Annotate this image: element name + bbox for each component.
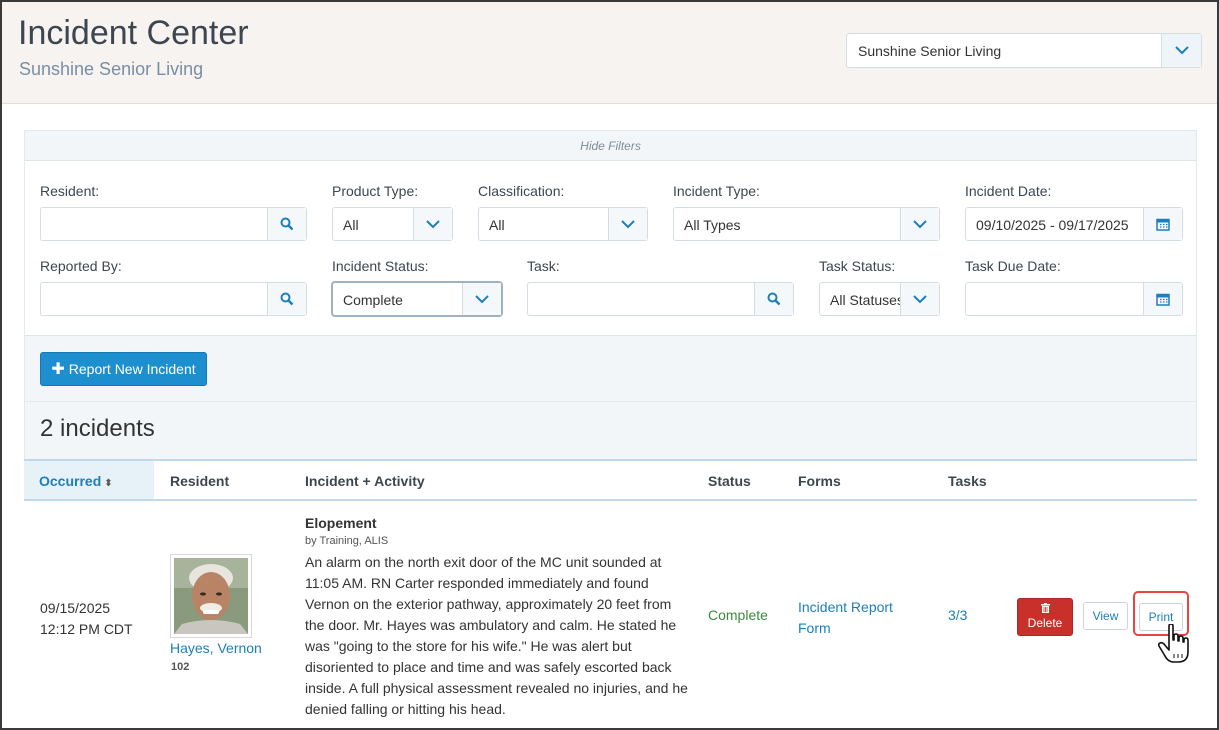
occurred-date: 09/15/2025 [40, 600, 111, 616]
task-status-value: All Statuses [830, 292, 901, 308]
search-icon[interactable] [267, 283, 306, 315]
trash-icon [1018, 602, 1072, 616]
chevron-down-icon[interactable] [462, 283, 501, 315]
incident-date-field[interactable]: 09/10/2025 - 09/17/2025 [965, 207, 1183, 241]
page-title: Incident Center [18, 14, 249, 52]
resident-search-field[interactable] [40, 207, 307, 241]
column-resident[interactable]: Resident [170, 473, 229, 489]
delete-label: Delete [1027, 616, 1063, 630]
results-count: 2 incidents [40, 415, 155, 442]
facility-select-value: Sunshine Senior Living [858, 43, 1002, 59]
results-count-bar: 2 incidents [24, 402, 1197, 459]
task-due-date-label: Task Due Date: [965, 258, 1061, 274]
product-type-label: Product Type: [332, 183, 419, 199]
delete-button[interactable]: Delete [1017, 598, 1073, 636]
filter-fields: Resident: Product Type: Classification: … [25, 161, 1196, 336]
filter-panel: Hide Filters Resident: Product Type: Cla… [24, 130, 1197, 402]
product-type-value: All [343, 217, 359, 233]
resident-room: 102 [171, 661, 190, 673]
column-forms[interactable]: Forms [798, 473, 841, 489]
incident-date-value: 09/10/2025 - 09/17/2025 [976, 217, 1129, 233]
chevron-down-icon[interactable] [900, 283, 939, 315]
column-tasks[interactable]: Tasks [948, 473, 987, 489]
incident-status-value: Complete [343, 292, 403, 308]
incident-report-form-link[interactable]: Incident Report Form [798, 597, 908, 639]
facility-select[interactable]: Sunshine Senior Living [846, 33, 1202, 68]
incident-date-label: Incident Date: [965, 183, 1052, 199]
incident-type-value: All Types [684, 217, 741, 233]
hide-filters-toggle[interactable]: Hide Filters [25, 131, 1196, 161]
product-type-select[interactable]: All [332, 207, 453, 241]
task-due-date-field[interactable] [965, 282, 1183, 316]
app-window: Incident Center Sunshine Senior Living S… [0, 0, 1219, 730]
search-icon[interactable] [267, 208, 306, 240]
chevron-down-icon[interactable] [1161, 34, 1201, 67]
tasks-count-link[interactable]: 3/3 [948, 607, 967, 623]
table-row: 09/15/2025 12:12 PM CDT Hayes, Vernon 10… [24, 501, 1197, 728]
incident-reporter: by Training, ALIS [305, 535, 389, 547]
task-status-select[interactable]: All Statuses [819, 282, 940, 316]
classification-select[interactable]: All [478, 207, 648, 241]
calendar-icon[interactable] [1143, 283, 1182, 315]
reported-by-search-field[interactable] [40, 282, 307, 316]
report-new-incident-button[interactable]: ✚ Report New Incident [40, 352, 207, 386]
column-incident[interactable]: Incident + Activity [305, 473, 425, 489]
task-status-label: Task Status: [819, 258, 896, 274]
column-status[interactable]: Status [708, 473, 751, 489]
classification-label: Classification: [478, 183, 565, 199]
report-new-incident-label: Report New Incident [68, 361, 196, 377]
chevron-down-icon[interactable] [608, 208, 647, 240]
hand-cursor-icon [1157, 623, 1192, 669]
sort-icon: ⬍ [104, 478, 113, 489]
classification-value: All [489, 217, 505, 233]
chevron-down-icon[interactable] [900, 208, 939, 240]
resident-label: Resident: [40, 183, 100, 199]
page-subtitle: Sunshine Senior Living [19, 59, 204, 79]
status-badge: Complete [708, 607, 768, 623]
incident-title: Elopement [305, 515, 377, 531]
resident-name-link[interactable]: Hayes, Vernon [170, 640, 262, 656]
occurred-time: 12:12 PM CDT [40, 621, 133, 637]
column-occurred[interactable]: Occurred ⬍ [24, 461, 154, 499]
column-occurred-label: Occurred [39, 473, 102, 489]
page-header: Incident Center Sunshine Senior Living S… [2, 2, 1217, 104]
incident-type-select[interactable]: All Types [673, 207, 940, 241]
calendar-icon[interactable] [1143, 208, 1182, 240]
resident-photo[interactable] [170, 554, 252, 638]
task-search-field[interactable] [527, 282, 794, 316]
occurred-cell: 09/15/2025 12:12 PM CDT [40, 598, 133, 640]
incident-type-label: Incident Type: [673, 183, 760, 199]
view-button[interactable]: View [1083, 602, 1128, 630]
plus-icon: ✚ [51, 361, 65, 378]
search-icon[interactable] [754, 283, 793, 315]
incident-status-select[interactable]: Complete [332, 282, 502, 316]
incident-status-label: Incident Status: [332, 258, 429, 274]
chevron-down-icon[interactable] [413, 208, 452, 240]
table-header: Occurred ⬍ Resident Incident + Activity S… [24, 459, 1197, 501]
reported-by-label: Reported By: [40, 258, 122, 274]
task-label: Task: [527, 258, 560, 274]
incident-description: An alarm on the north exit door of the M… [305, 554, 688, 717]
